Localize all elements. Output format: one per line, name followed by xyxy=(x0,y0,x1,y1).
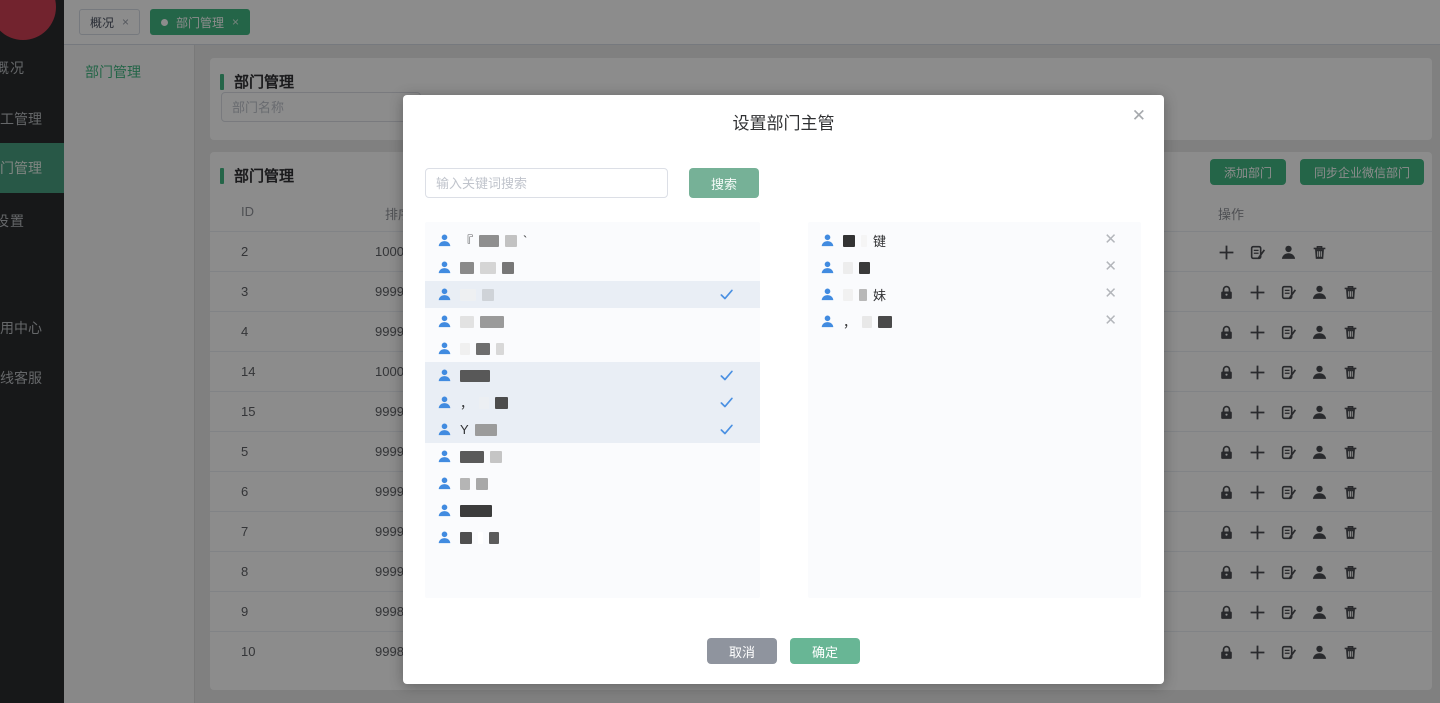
redacted-name-block xyxy=(843,234,855,247)
check-icon xyxy=(719,287,734,302)
search-button[interactable]: 搜索 xyxy=(689,168,759,198)
redacted-name-block xyxy=(460,288,476,301)
redacted-name-block xyxy=(460,342,470,355)
redacted-name-block xyxy=(479,234,500,247)
candidate-row[interactable]: Y xyxy=(425,416,760,443)
redacted-name-block xyxy=(460,261,474,274)
person-icon xyxy=(820,287,835,302)
modal-title: 设置部门主管 xyxy=(732,114,835,133)
remove-icon[interactable]: ✕ xyxy=(1104,313,1117,328)
name-fragment: ， xyxy=(843,315,857,330)
remove-icon[interactable]: ✕ xyxy=(1104,259,1117,274)
candidate-row[interactable] xyxy=(425,308,760,335)
modal-footer: 取消 确定 xyxy=(403,638,1164,664)
redacted-name-block xyxy=(460,504,492,517)
redacted-name-block xyxy=(495,396,509,409)
selected-list: 键 ✕ ✕ 妹 ✕， ✕ xyxy=(808,222,1141,598)
candidate-row[interactable] xyxy=(425,362,760,389)
name-fragment: ， xyxy=(460,396,474,411)
redacted-name-block xyxy=(505,234,518,247)
redacted-name-block xyxy=(861,234,867,247)
redacted-name-block xyxy=(859,288,867,301)
redacted-name-block xyxy=(859,261,870,274)
name-fragment: ` xyxy=(523,233,528,248)
person-icon xyxy=(437,368,452,383)
keyword-search-input[interactable] xyxy=(425,168,668,198)
selected-member-row: 键 ✕ xyxy=(808,227,1141,254)
person-icon xyxy=(437,395,452,410)
candidate-row[interactable] xyxy=(425,443,760,470)
person-icon xyxy=(437,503,452,518)
person-icon xyxy=(820,314,835,329)
redacted-name-block xyxy=(478,531,483,544)
remove-icon[interactable]: ✕ xyxy=(1104,232,1117,247)
candidate-row[interactable] xyxy=(425,281,760,308)
redacted-name-block xyxy=(474,423,497,436)
redacted-name-block xyxy=(490,450,502,463)
check-icon xyxy=(719,422,734,437)
redacted-name-block xyxy=(843,261,853,274)
redacted-name-block xyxy=(502,261,514,274)
set-department-manager-modal: 设置部门主管 ✕ 搜索 『`，Y 键✕✕妹✕，✕ 取消 确定 xyxy=(403,95,1164,684)
selected-member-row: ✕ xyxy=(808,254,1141,281)
selected-member-row: ， ✕ xyxy=(808,308,1141,335)
redacted-name-block xyxy=(460,531,472,544)
name-fragment: 『 xyxy=(460,234,474,249)
person-icon xyxy=(820,233,835,248)
name-fragment: 妹 xyxy=(873,288,887,303)
candidate-row[interactable] xyxy=(425,524,760,551)
confirm-button[interactable]: 确定 xyxy=(790,638,860,664)
person-icon xyxy=(820,260,835,275)
person-icon xyxy=(437,449,452,464)
person-icon xyxy=(437,233,452,248)
remove-icon[interactable]: ✕ xyxy=(1104,286,1117,301)
close-icon[interactable]: ✕ xyxy=(1132,107,1146,124)
cancel-button[interactable]: 取消 xyxy=(707,638,777,664)
redacted-name-block xyxy=(480,261,496,274)
name-fragment: 键 xyxy=(873,234,887,249)
selected-member-row: 妹 ✕ xyxy=(808,281,1141,308)
redacted-name-block xyxy=(482,288,494,301)
check-icon xyxy=(719,395,734,410)
candidate-row[interactable] xyxy=(425,497,760,524)
redacted-name-block xyxy=(460,450,484,463)
candidate-row[interactable]: 『` xyxy=(425,227,760,254)
redacted-name-block xyxy=(878,315,893,328)
name-fragment: Y xyxy=(460,422,469,437)
candidate-row[interactable]: ， xyxy=(425,389,760,416)
candidate-list: 『`， Y xyxy=(425,222,760,598)
person-icon xyxy=(437,422,452,437)
person-icon xyxy=(437,341,452,356)
redacted-name-block xyxy=(862,315,873,328)
redacted-name-block xyxy=(496,342,504,355)
redacted-name-block xyxy=(843,288,853,301)
redacted-name-block xyxy=(476,342,490,355)
redacted-name-block xyxy=(489,531,499,544)
person-icon xyxy=(437,476,452,491)
redacted-name-block xyxy=(460,315,474,328)
redacted-name-block xyxy=(476,477,488,490)
redacted-name-block xyxy=(480,315,504,328)
redacted-name-block xyxy=(460,369,490,382)
person-icon xyxy=(437,530,452,545)
candidate-row[interactable] xyxy=(425,254,760,281)
person-icon xyxy=(437,260,452,275)
candidate-row[interactable] xyxy=(425,335,760,362)
redacted-name-block xyxy=(460,477,470,490)
candidate-row[interactable] xyxy=(425,470,760,497)
person-icon xyxy=(437,287,452,302)
redacted-name-block xyxy=(479,396,490,409)
person-icon xyxy=(437,314,452,329)
check-icon xyxy=(719,368,734,383)
